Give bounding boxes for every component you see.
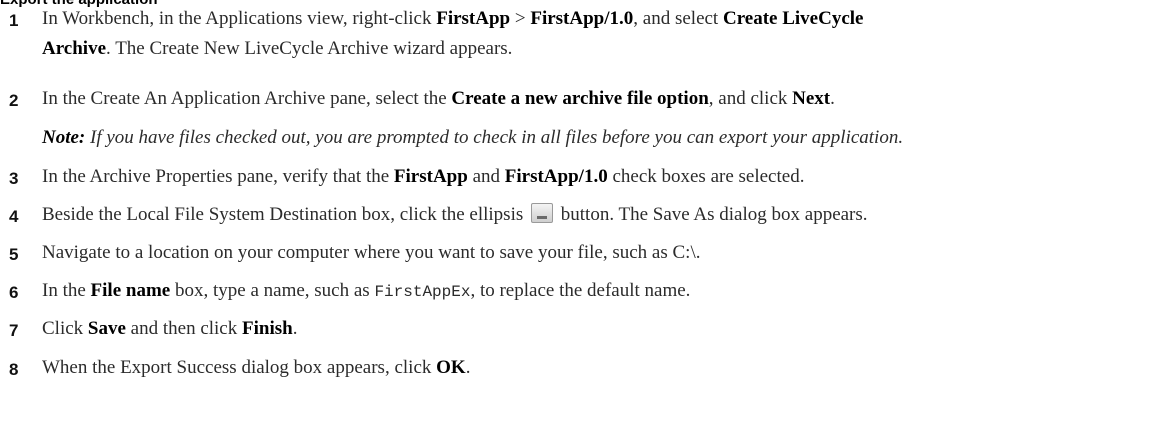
text-run: and then click (125, 318, 242, 339)
text-run: check boxes are selected. (607, 166, 805, 187)
step-number: 4 (9, 207, 19, 226)
document-page: Export the application 1 In Workbench, i… (0, 0, 1149, 435)
ui-term: Create LiveCycle (722, 8, 864, 29)
step-text: In the Archive Properties pane, verify t… (42, 162, 1145, 192)
step-text: Navigate to a location on your computer … (42, 238, 1145, 268)
text-run: In the Archive Properties pane, verify t… (42, 166, 394, 187)
step-number: 6 (9, 283, 19, 302)
text-run: Click (42, 318, 88, 339)
step-text: In the File name box, type a name, such … (42, 276, 1145, 307)
note: Note: If you have files checked out, you… (42, 123, 903, 153)
ui-term: Create a new archive file option (451, 88, 709, 109)
text-run: . The Create New LiveCycle Archive wizar… (106, 38, 513, 59)
step-number: 2 (9, 91, 19, 110)
note-text: If you have files checked out, you are p… (85, 127, 904, 148)
text-run: and (467, 166, 505, 187)
text-run: . (830, 88, 835, 109)
step-number: 7 (9, 321, 19, 340)
text-run: In the (42, 280, 91, 301)
text-run: Beside the Local File System Destination… (42, 204, 524, 225)
text-run: Navigate to a location on your computer … (42, 242, 701, 263)
text-run: . (292, 318, 298, 339)
step-number: 1 (9, 11, 19, 30)
step-number: 5 (9, 245, 19, 264)
text-run: In Workbench, in the Applications view, … (42, 8, 437, 29)
ellipsis-button-icon (531, 203, 554, 223)
ui-term: FirstApp/1.0 (530, 8, 634, 29)
step-text: Click Save and then click Finish. (42, 314, 1145, 344)
text-run: box, type a name, such as (170, 280, 375, 301)
ui-term: Archive (42, 38, 107, 59)
text-run: When the Export Success dialog box appea… (42, 357, 437, 378)
step-text: In the Create An Application Archive pan… (42, 84, 1145, 114)
text-run: , and click (708, 88, 793, 109)
step-number: 8 (9, 360, 19, 379)
ui-term: Save (87, 318, 126, 339)
text-run: > (510, 8, 531, 29)
ui-term: FirstApp/1.0 (504, 166, 608, 187)
ui-term: FirstApp (436, 8, 511, 29)
code-sample: FirstAppEx (374, 283, 471, 301)
step-text: In Workbench, in the Applications view, … (42, 4, 1145, 64)
ui-term: Finish (242, 318, 293, 339)
step-number: 3 (9, 169, 19, 188)
ui-term: OK (436, 357, 466, 378)
ui-term: File name (90, 280, 171, 301)
text-run: . (465, 357, 471, 378)
text-run: In the Create An Application Archive pan… (42, 88, 452, 109)
ui-term: FirstApp (393, 166, 468, 187)
text-run: , to replace the default name. (470, 280, 691, 301)
step-text: When the Export Success dialog box appea… (42, 353, 1145, 383)
ui-term: Next (792, 88, 831, 109)
text-run: , and select (633, 8, 723, 29)
text-run: button. The Save As dialog box appears. (560, 204, 868, 225)
note-label: Note: (42, 127, 86, 148)
step-text: Beside the Local File System Destination… (42, 200, 1145, 230)
